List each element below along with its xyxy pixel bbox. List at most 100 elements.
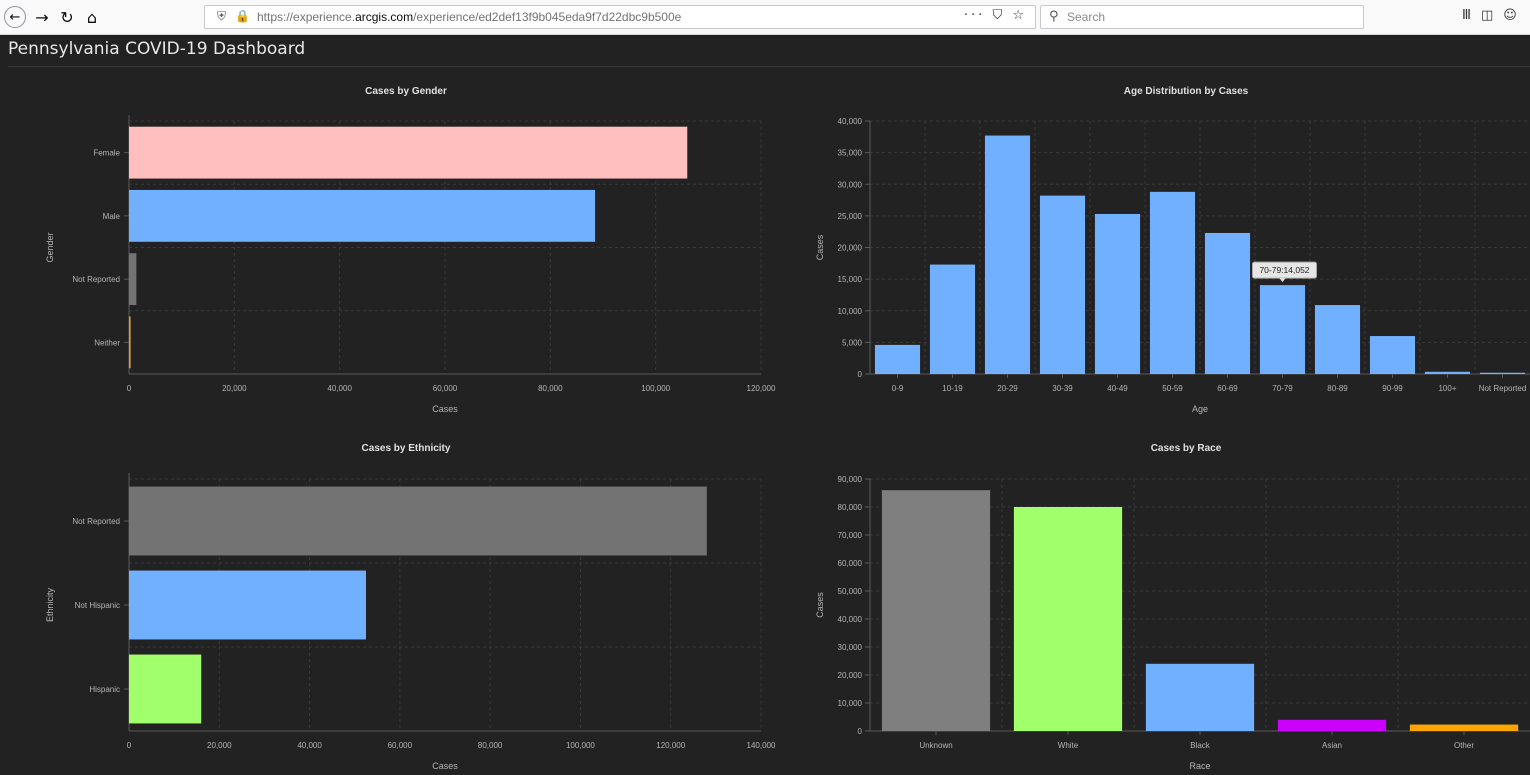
x-tick-label: 90-99 (1382, 384, 1403, 393)
page-actions[interactable]: ··· ⛉ ☆ (964, 8, 1027, 23)
tracking-shield-icon[interactable]: ⛨ (217, 9, 226, 24)
search-placeholder: Search (1067, 10, 1106, 24)
y-tick-label: 90,000 (838, 475, 863, 484)
y-tick-label: 10,000 (838, 307, 863, 316)
y-tick-label: 50,000 (838, 587, 863, 596)
y-tick-label: 5,000 (842, 338, 863, 347)
x-tick-label: Not Reported (1479, 384, 1527, 393)
bar-50-59 (1149, 191, 1196, 374)
page-title: Pennsylvania COVID-19 Dashboard (8, 39, 306, 59)
y-axis-label: Ethnicity (45, 587, 55, 622)
browser-toolbar: ← → ↻ ⌂ ⛨ 🔒 https://experience.arcgis.co… (0, 0, 1530, 35)
x-axis-label: Age (1192, 404, 1208, 414)
y-axis-label: Gender (45, 232, 55, 262)
back-icon[interactable]: ← (4, 6, 26, 28)
bar-10-19 (929, 264, 976, 374)
x-tick-label: 80-89 (1327, 384, 1348, 393)
lock-icon[interactable]: 🔒 (235, 9, 250, 23)
x-tick-label: Black (1190, 741, 1211, 750)
library-icon[interactable]: Ⅲ (1462, 8, 1481, 23)
x-tick-label: 50-59 (1162, 384, 1183, 393)
x-tick-label: 60-69 (1217, 384, 1238, 393)
url-text[interactable]: https://experience.arcgis.com/experience… (257, 10, 681, 24)
x-axis-label: Cases (432, 761, 458, 771)
bar-hispanic (129, 654, 202, 724)
x-tick-label: 60,000 (388, 741, 413, 750)
chart-gender: Cases by Gender 0 20,000 40,000 60,000 80,000… (45, 86, 776, 414)
bar-100+ (1424, 371, 1471, 374)
x-tick-label: 80,000 (538, 384, 563, 393)
account-icon[interactable]: ☺ (1503, 8, 1527, 23)
chart-race: Cases by Race 0 10,000 20,000 30,000 40,000 50… (815, 443, 1530, 771)
bar-60-69 (1204, 232, 1251, 374)
y-tick-label: 0 (858, 370, 863, 379)
y-tick-label: 70,000 (838, 531, 863, 540)
x-tick-label: Asian (1322, 741, 1342, 750)
x-tick-label: 20,000 (222, 384, 247, 393)
x-tick-label: 0 (127, 384, 132, 393)
tooltip-text: 70-79:14,052 (1259, 265, 1309, 275)
x-tick-label: 40,000 (327, 384, 352, 393)
x-tick-label: 100,000 (566, 741, 595, 750)
y-tick-label: 20,000 (838, 671, 863, 680)
bar-female (129, 126, 688, 179)
y-tick-label: 10,000 (838, 699, 863, 708)
bar-not-hispanic (129, 570, 366, 640)
y-tick-label: 35,000 (838, 149, 863, 158)
sidebar-icon[interactable]: ◫ (1481, 8, 1503, 23)
address-bar[interactable]: ⛨ 🔒 https://experience.arcgis.com/experi… (204, 5, 1036, 29)
bar-other (1409, 724, 1519, 731)
x-axis-label: Cases (432, 404, 458, 414)
toolbar-right-icons: Ⅲ◫☺ (1462, 8, 1527, 23)
x-tick-label: 30-39 (1052, 384, 1073, 393)
bar-not-reported (129, 253, 137, 306)
x-tick-label: Unknown (919, 741, 952, 750)
x-tick-label: 20,000 (207, 741, 232, 750)
search-icon: ⚲ (1049, 9, 1059, 24)
bar-30-39 (1039, 195, 1086, 374)
reload-icon[interactable]: ↻ (55, 5, 79, 29)
y-tick-label: Hispanic (89, 685, 120, 694)
y-tick-label: Not Hispanic (75, 601, 120, 610)
bar-asian (1277, 719, 1387, 731)
url-path: /experience/ed2def13f9b045eda9f7d22dbc9b… (413, 10, 682, 24)
search-input[interactable]: ⚲ Search (1040, 5, 1364, 29)
y-axis-label: Cases (815, 592, 825, 618)
chart-title: Cases by Race (1151, 443, 1222, 454)
y-tick-label: 40,000 (838, 117, 863, 126)
url-domain: arcgis.com (355, 10, 414, 24)
x-tick-label: 140,000 (747, 741, 776, 750)
x-tick-label: 10-19 (942, 384, 963, 393)
x-tick-label: Other (1454, 741, 1474, 750)
y-tick-label: 80,000 (838, 503, 863, 512)
bar-40-49 (1094, 213, 1141, 374)
x-tick-label: 100+ (1438, 384, 1456, 393)
x-tick-label: 0 (127, 741, 132, 750)
bar-white (1013, 507, 1123, 731)
forward-icon[interactable]: → (30, 5, 54, 29)
chart-title: Cases by Ethnicity (362, 443, 451, 454)
home-icon[interactable]: ⌂ (80, 5, 104, 29)
y-tick-label: 30,000 (838, 180, 863, 189)
y-tick-label: Not Reported (72, 275, 120, 284)
x-tick-label: 40-49 (1107, 384, 1128, 393)
y-tick-label: Not Reported (72, 517, 120, 526)
bar-0-9 (874, 344, 921, 374)
bar-20-29 (984, 135, 1031, 374)
y-tick-label: Female (93, 149, 120, 158)
bar-not-reported (1479, 372, 1526, 374)
y-tick-label: 30,000 (838, 643, 863, 652)
y-tick-label: 0 (858, 727, 863, 736)
x-tick-label: 80,000 (478, 741, 503, 750)
y-tick-label: 25,000 (838, 212, 863, 221)
y-tick-label: Male (103, 212, 121, 221)
bar-male (129, 189, 596, 242)
x-tick-label: 0-9 (892, 384, 904, 393)
url-prefix: https://experience. (257, 10, 356, 24)
tooltip-pointer (1279, 278, 1286, 283)
x-tick-label: 120,000 (656, 741, 685, 750)
x-tick-label: 70-79 (1272, 384, 1293, 393)
bar-unknown (881, 490, 991, 731)
x-tick-label: 60,000 (433, 384, 458, 393)
x-tick-label: 20-29 (997, 384, 1018, 393)
